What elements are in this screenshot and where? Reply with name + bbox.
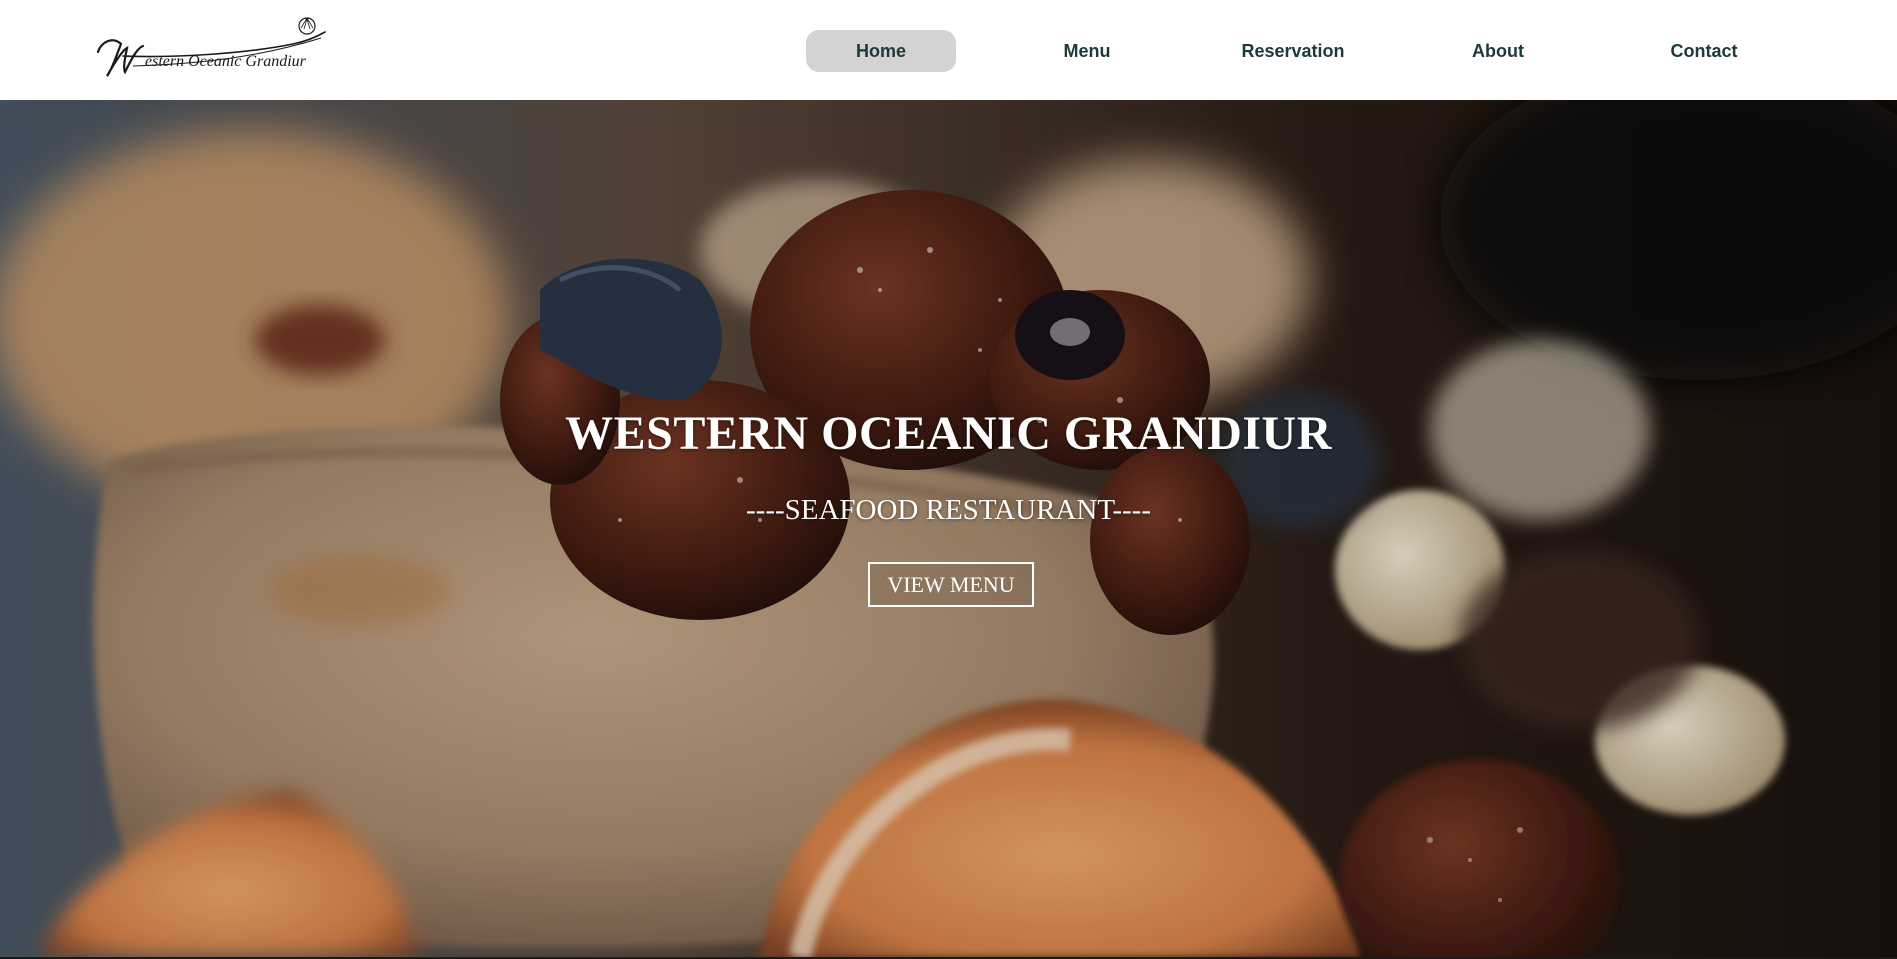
logo-script-text: estern Oceanic Grandiur [145,53,307,70]
hero-section: WESTERN OCEANIC GRANDIUR ----SEAFOOD RES… [0,100,1897,957]
logo-signature-icon: estern Oceanic Grandiur [96,17,326,77]
nav-about[interactable]: About [1423,30,1573,72]
nav-contact[interactable]: Contact [1629,30,1779,72]
hero-subtitle: ----SEAFOOD RESTAURANT---- [746,494,1151,526]
view-menu-button[interactable]: VIEW MENU [868,562,1034,607]
nav-reservation[interactable]: Reservation [1218,30,1368,72]
nav-home[interactable]: Home [806,30,956,72]
logo[interactable]: estern Oceanic Grandiur [93,14,338,84]
shell-icon [298,17,316,35]
hero-overlay: WESTERN OCEANIC GRANDIUR ----SEAFOOD RES… [0,100,1897,957]
site-header: estern Oceanic Grandiur Home Menu Reserv… [0,0,1897,100]
nav-menu[interactable]: Menu [1012,30,1162,72]
hero-title: WESTERN OCEANIC GRANDIUR [565,407,1332,460]
